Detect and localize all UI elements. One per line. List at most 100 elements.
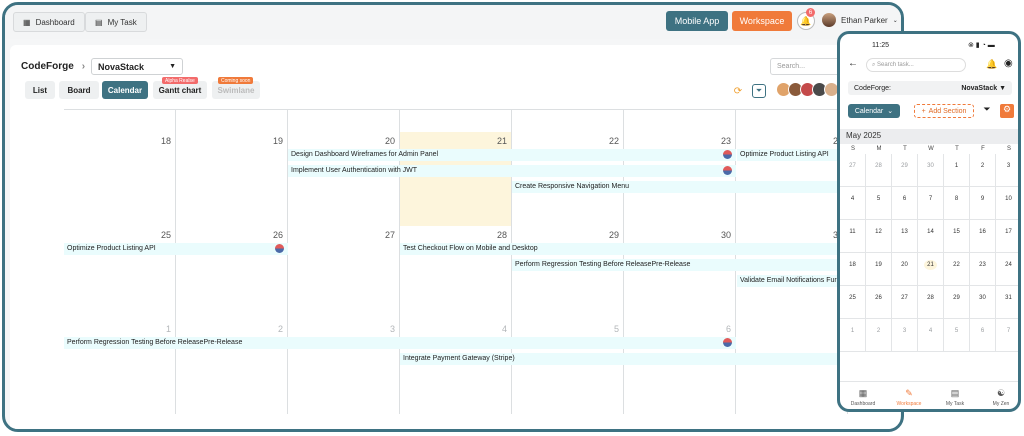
task-bar[interactable]: Perform Regression Testing Before Releas…	[64, 337, 736, 349]
member-avatars[interactable]	[776, 82, 839, 97]
mobile-day-cell[interactable]: 3	[892, 319, 918, 352]
day-cell[interactable]: 23	[624, 132, 736, 226]
mobile-day-cell[interactable]: 27	[840, 154, 866, 187]
mobile-day-cell[interactable]: 30	[918, 154, 944, 187]
day-cell[interactable]: 31	[736, 226, 848, 320]
my-task-button[interactable]: ▤ My Task	[85, 12, 147, 32]
mobile-day-cell[interactable]: 18	[840, 253, 866, 286]
mobile-day-cell[interactable]: 29	[892, 154, 918, 187]
mobile-day-cell[interactable]: 8	[944, 187, 970, 220]
plus-icon: +	[921, 107, 926, 115]
mobile-day-cell[interactable]: 7	[996, 319, 1018, 352]
mobile-day-cell[interactable]: 7	[918, 187, 944, 220]
task-bar[interactable]: Optimize Product Listing API	[64, 243, 288, 255]
day-cell[interactable]: 22	[512, 132, 624, 226]
mobile-day-cell[interactable]: 30	[970, 286, 996, 319]
mobile-day-cell[interactable]: 1	[840, 319, 866, 352]
task-bar[interactable]: Validate Email Notifications Fur	[737, 275, 847, 287]
settings-icon[interactable]: ⚙	[1000, 104, 1014, 118]
task-bar[interactable]: Integrate Payment Gateway (Stripe)	[400, 353, 848, 365]
mobile-day-cell[interactable]: 6	[970, 319, 996, 352]
mobile-day-cell[interactable]: 2	[866, 319, 892, 352]
day-cell[interactable]: 24	[736, 132, 848, 226]
dashboard-button[interactable]: ▦ Dashboard	[13, 12, 85, 32]
mobile-day-cell[interactable]: 28	[918, 286, 944, 319]
mobile-day-cell[interactable]: 28	[866, 154, 892, 187]
task-bar[interactable]: Implement User Authentication with JWT	[288, 165, 736, 177]
profile-icon[interactable]: ◉	[1004, 58, 1013, 69]
refresh-icon[interactable]: ⟳	[731, 84, 745, 98]
filter-icon[interactable]: ⏷	[980, 104, 994, 118]
add-section-button[interactable]: + Add Section	[914, 104, 974, 118]
filter-icon[interactable]: ⏷	[752, 84, 766, 98]
mobile-day-cell[interactable]: 19	[866, 253, 892, 286]
search-input[interactable]: Search...	[770, 58, 840, 75]
user-menu[interactable]: Ethan Parker ⌄	[822, 13, 898, 27]
mobile-day-cell[interactable]: 25	[840, 286, 866, 319]
nav-workspace[interactable]: ✎ Workspace	[886, 382, 932, 409]
nav-dashboard[interactable]: ▦ Dashboard	[840, 382, 886, 409]
day-cell[interactable]: 5	[512, 320, 624, 414]
mobile-calendar-button[interactable]: Calendar ⌄	[848, 104, 900, 118]
mobile-day-cell[interactable]: 17	[996, 220, 1018, 253]
mobile-day-cell[interactable]: 20	[892, 253, 918, 286]
task-bar[interactable]: Optimize Product Listing API	[737, 149, 847, 161]
tab-calendar[interactable]: Calendar	[102, 81, 148, 99]
day-cell[interactable]: 2	[176, 320, 288, 414]
mobile-day-cell[interactable]: 23	[970, 253, 996, 286]
mobile-search-input[interactable]: ⌕ Search task...	[866, 58, 966, 72]
mobile-day-cell[interactable]: 5	[944, 319, 970, 352]
mobile-day-cell[interactable]: 14	[918, 220, 944, 253]
day-cell[interactable]: 26	[176, 226, 288, 320]
tab-list[interactable]: List	[25, 81, 55, 99]
task-bar[interactable]: Design Dashboard Wireframes for Admin Pa…	[288, 149, 736, 161]
mobile-day-cell[interactable]: 31	[996, 286, 1018, 319]
day-cell[interactable]: 29	[512, 226, 624, 320]
day-cell[interactable]: 27	[288, 226, 400, 320]
mobile-day-cell[interactable]: 4	[840, 187, 866, 220]
mobile-project-select[interactable]: CodeForge: NovaStack ▼	[848, 81, 1012, 95]
mobile-day-cell[interactable]: 10	[996, 187, 1018, 220]
project-select[interactable]: NovaStack ▼	[91, 58, 183, 75]
bell-icon[interactable]: 🔔	[986, 59, 997, 70]
day-cell[interactable]: 18	[64, 132, 176, 226]
day-cell[interactable]: 4	[400, 320, 512, 414]
mobile-day-cell[interactable]: 11	[840, 220, 866, 253]
day-cell[interactable]: 3	[288, 320, 400, 414]
nav-my-zen[interactable]: ☯ My Zen	[978, 382, 1018, 409]
task-bar[interactable]: Create Responsive Navigation Menu	[512, 181, 848, 193]
workspace-button[interactable]: Workspace	[732, 11, 792, 31]
mobile-day-cell[interactable]: 26	[866, 286, 892, 319]
day-cell[interactable]: 1	[64, 320, 176, 414]
mobile-day-cell[interactable]: 27	[892, 286, 918, 319]
mobile-day-cell[interactable]: 2	[970, 154, 996, 187]
back-arrow-icon[interactable]: ←	[848, 58, 858, 69]
day-cell[interactable]: 30	[624, 226, 736, 320]
day-cell-today[interactable]: 21	[400, 132, 512, 226]
day-cell[interactable]: 25	[64, 226, 176, 320]
mobile-day-cell[interactable]: 3	[996, 154, 1018, 187]
mobile-day-cell[interactable]: 16	[970, 220, 996, 253]
mobile-day-cell[interactable]: 21	[918, 253, 944, 286]
mobile-day-cell[interactable]: 24	[996, 253, 1018, 286]
mobile-day-cell[interactable]: 15	[944, 220, 970, 253]
mobile-day-cell[interactable]: 9	[970, 187, 996, 220]
mobile-day-cell[interactable]: 5	[866, 187, 892, 220]
day-cell[interactable]	[736, 320, 848, 414]
task-bar[interactable]: Test Checkout Flow on Mobile and Desktop	[400, 243, 848, 255]
mobile-day-cell[interactable]: 12	[866, 220, 892, 253]
mobile-day-cell[interactable]: 29	[944, 286, 970, 319]
task-bar[interactable]: Perform Regression Testing Before Releas…	[512, 259, 848, 271]
mobile-day-cell[interactable]: 6	[892, 187, 918, 220]
day-cell[interactable]: 28	[400, 226, 512, 320]
mobile-day-cell[interactable]: 13	[892, 220, 918, 253]
tab-board[interactable]: Board	[59, 81, 99, 99]
mobile-day-cell[interactable]: 4	[918, 319, 944, 352]
day-cell[interactable]: 6	[624, 320, 736, 414]
mobile-day-cell[interactable]: 1	[944, 154, 970, 187]
nav-my-task[interactable]: ▤ My Task	[932, 382, 978, 409]
day-cell[interactable]: 19	[176, 132, 288, 226]
day-cell[interactable]: 20	[288, 132, 400, 226]
mobile-app-button[interactable]: Mobile App	[666, 11, 728, 31]
mobile-day-cell[interactable]: 22	[944, 253, 970, 286]
